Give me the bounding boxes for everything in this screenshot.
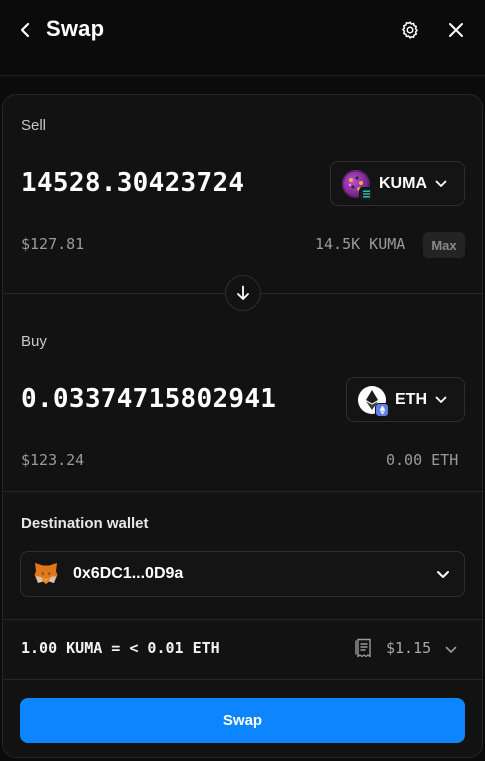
buy-usd-value: $123.24 (21, 451, 85, 469)
chevron-down-icon (435, 396, 447, 404)
section-divider (3, 491, 482, 492)
fee-details-toggle[interactable] (445, 641, 457, 659)
buy-label: Buy (21, 333, 47, 350)
close-button[interactable] (444, 18, 468, 42)
chevron-down-icon (436, 566, 450, 584)
max-button[interactable]: Max (423, 232, 465, 258)
kuma-token-icon (342, 169, 373, 201)
close-icon (449, 23, 463, 37)
exchange-rate: 1.00 KUMA = < 0.01 ETH (21, 639, 220, 657)
destination-wallet-selector[interactable]: 0x6DC1...0D9a (20, 551, 465, 597)
back-button[interactable] (14, 18, 36, 42)
swap-button[interactable]: Swap (20, 698, 465, 743)
sell-balance: 14.5K KUMA (315, 235, 406, 253)
swap-panel: Sell 14528.30423724 KUMA $127.81 14.5K K… (2, 94, 483, 758)
sell-amount-input[interactable]: 14528.30423724 (21, 168, 244, 198)
buy-balance: 0.00 ETH (386, 451, 459, 469)
sell-token-selector[interactable]: KUMA (330, 161, 465, 206)
sell-label: Sell (21, 117, 47, 134)
ethereum-token-icon (358, 385, 389, 417)
section-divider (3, 619, 482, 620)
receipt-icon (355, 638, 371, 658)
chevron-down-icon (435, 180, 447, 188)
sell-usd-value: $127.81 (21, 235, 85, 253)
page-title: Swap (46, 16, 105, 41)
gear-icon (402, 21, 418, 39)
solana-chain-icon (359, 186, 373, 201)
ethereum-chain-icon (375, 402, 389, 417)
header-divider (0, 75, 485, 76)
network-fee: $1.15 (386, 639, 432, 657)
destination-wallet-label: Destination wallet (21, 515, 149, 532)
sell-token-symbol: KUMA (379, 174, 427, 192)
arrow-down-icon (237, 285, 249, 300)
header: Swap (0, 0, 485, 60)
section-divider (3, 679, 482, 680)
metamask-fox-icon (34, 563, 58, 584)
chevron-left-icon (20, 22, 30, 38)
buy-token-selector[interactable]: ETH (346, 377, 465, 422)
settings-button[interactable] (398, 18, 422, 42)
wallet-address: 0x6DC1...0D9a (73, 565, 184, 582)
swap-direction-button[interactable] (225, 275, 261, 311)
buy-token-symbol: ETH (395, 390, 427, 408)
buy-amount: 0.03374715802941 (21, 384, 277, 414)
chevron-down-icon (445, 646, 457, 653)
